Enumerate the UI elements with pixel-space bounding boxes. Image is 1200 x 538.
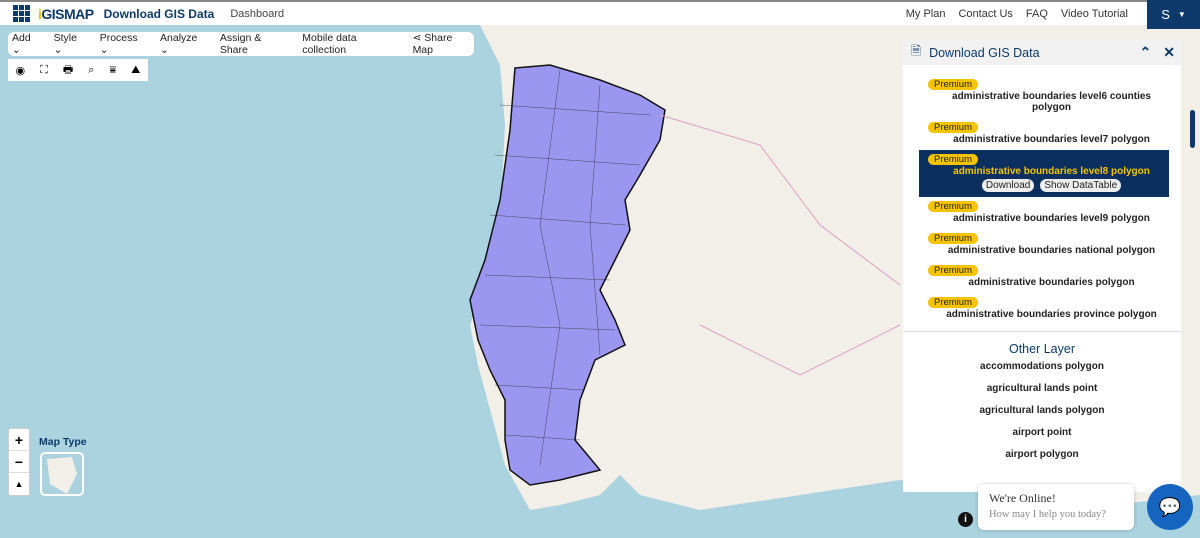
- menu-add[interactable]: Add ⌄: [12, 32, 42, 56]
- layer-item-selected[interactable]: Premium administrative boundaries level8 …: [919, 150, 1169, 197]
- mobile-data-collection-button[interactable]: Mobile data collection: [302, 32, 400, 56]
- share-icon: ⋖: [412, 32, 422, 44]
- layer-item[interactable]: Premium administrative boundaries provinc…: [919, 293, 1169, 325]
- collapse-icon[interactable]: ⌃: [1140, 44, 1152, 61]
- assign-share-button[interactable]: Assign & Share: [220, 32, 290, 56]
- premium-badge: Premium: [928, 122, 978, 133]
- layer-item[interactable]: Premium administrative boundaries level7 …: [919, 118, 1169, 150]
- panel-title: Download GIS Data: [929, 45, 1040, 60]
- nav-contact-us[interactable]: Contact Us: [958, 8, 1012, 20]
- premium-badge: Premium: [928, 201, 978, 212]
- user-menu[interactable]: S ▼: [1147, 0, 1200, 29]
- other-layer-item[interactable]: airport point: [903, 422, 1181, 444]
- share-map-button[interactable]: ⋖ Share Map: [413, 32, 474, 56]
- menu-process[interactable]: Process ⌄: [100, 32, 148, 56]
- other-layer-item[interactable]: accommodations polygon: [903, 356, 1181, 378]
- map-type-thumbnail[interactable]: [40, 452, 84, 496]
- other-layer-heading: Other Layer: [903, 331, 1181, 356]
- file-icon: 🗎: [911, 44, 922, 58]
- chat-bubble-icon[interactable]: 💬: [1147, 484, 1193, 530]
- dashboard-link[interactable]: Dashboard: [230, 8, 284, 20]
- nav-my-plan[interactable]: My Plan: [906, 8, 946, 20]
- other-layer-item[interactable]: agricultural lands point: [903, 378, 1181, 400]
- print-icon[interactable]: 🖶: [63, 61, 73, 80]
- zoom-control: + − ▲: [8, 428, 30, 496]
- layer-item[interactable]: Premium administrative boundaries level6 …: [919, 75, 1169, 118]
- other-layer-item[interactable]: agricultural lands polygon: [903, 400, 1181, 422]
- nav-faq[interactable]: FAQ: [1026, 8, 1048, 20]
- locate-icon[interactable]: ◉: [16, 64, 26, 77]
- download-gis-panel: 🗎 Download GIS Data ⌃ ✕ Premium administra…: [903, 40, 1195, 492]
- map-toolbar: Add ⌄ Style ⌄ Process ⌄ Analyze ⌄ Assign…: [8, 32, 474, 56]
- map-tools: ◉ ⛶ 🖶 ⌕ ⩸ ⛰: [8, 59, 148, 81]
- info-icon[interactable]: i: [958, 512, 973, 527]
- terrain-icon[interactable]: ⛰: [131, 64, 140, 77]
- igismap-logo[interactable]: iGISMAP: [38, 6, 94, 22]
- menu-style[interactable]: Style ⌄: [54, 32, 88, 56]
- map-type-label: Map Type: [39, 436, 87, 448]
- menu-analyze[interactable]: Analyze ⌄: [160, 32, 208, 56]
- zoom-out-button[interactable]: −: [9, 451, 29, 473]
- premium-badge: Premium: [928, 154, 978, 165]
- other-layer-item[interactable]: airport polygon: [903, 444, 1181, 466]
- search-icon[interactable]: ⌕: [88, 64, 94, 77]
- layer-item[interactable]: Premium administrative boundaries level9 …: [919, 197, 1169, 229]
- premium-badge: Premium: [928, 265, 978, 276]
- chat-popup[interactable]: We're Online! How may I help you today?: [978, 484, 1134, 530]
- measure-icon[interactable]: ⩸: [109, 64, 116, 77]
- chat-subtitle: How may I help you today?: [989, 509, 1106, 520]
- show-datatable-button[interactable]: Show DataTable: [1040, 179, 1122, 192]
- apps-grid-icon[interactable]: [13, 5, 30, 22]
- premium-badge: Premium: [928, 297, 978, 308]
- top-navbar: iGISMAP Download GIS Data Dashboard My P…: [0, 0, 1200, 29]
- app-title[interactable]: Download GIS Data: [104, 7, 215, 21]
- premium-badge: Premium: [928, 233, 978, 244]
- user-initial: S: [1161, 7, 1170, 22]
- focus-icon[interactable]: ⛶: [40, 64, 48, 77]
- nav-video-tutorial[interactable]: Video Tutorial: [1061, 8, 1128, 20]
- zoom-in-button[interactable]: +: [9, 429, 29, 451]
- scrollbar[interactable]: [1190, 110, 1195, 148]
- north-arrow-button[interactable]: ▲: [9, 473, 29, 495]
- close-icon[interactable]: ✕: [1163, 44, 1175, 61]
- caret-down-icon: ▼: [1177, 10, 1186, 19]
- layer-item[interactable]: Premium administrative boundaries nationa…: [919, 229, 1169, 261]
- premium-badge: Premium: [928, 79, 978, 90]
- chat-title: We're Online!: [989, 491, 1056, 505]
- layer-item[interactable]: Premium administrative boundaries polygon: [919, 261, 1169, 293]
- download-button[interactable]: Download: [981, 179, 1035, 192]
